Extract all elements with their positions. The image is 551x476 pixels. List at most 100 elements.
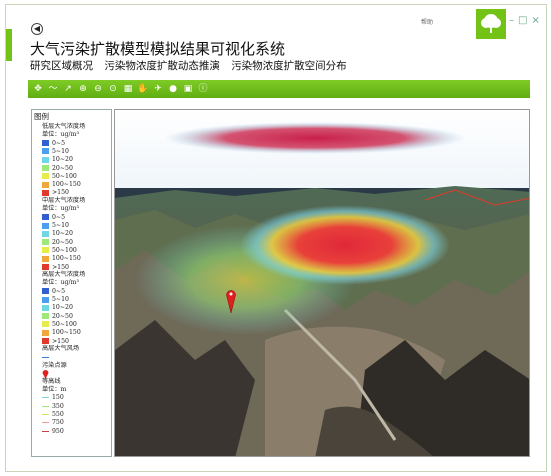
contour-line-swatch	[42, 430, 49, 432]
legend-swatch	[42, 189, 49, 196]
back-arrow-icon: ◀	[33, 24, 41, 33]
legend-class-row: >150	[32, 337, 111, 345]
page-title: 大气污染扩散模型模拟结果可视化系统	[30, 40, 286, 58]
3d-map-view[interactable]	[114, 109, 530, 457]
legend-class-row: 5~10	[32, 147, 111, 155]
fly-icon[interactable]: ✈	[152, 83, 164, 95]
legend-swatch	[42, 222, 49, 229]
nav-item-spatial[interactable]: 污染物浓度扩散空间分布	[231, 60, 347, 72]
legend-class-label: 5~10	[52, 222, 69, 230]
legend-contour-row: 950	[32, 427, 111, 435]
legend-contour-row: 750	[32, 419, 111, 427]
map-toolbar: ✥ 〜 ↗ ⊕ ⊖ ⊙ ▦ ✋ ✈ ● ▣ ⓘ	[28, 80, 530, 98]
legend-contour-value: 950	[52, 427, 64, 435]
pollution-source-marker[interactable]	[226, 289, 236, 313]
legend-swatch	[42, 321, 49, 328]
main-nav: 研究区域概况 污染物浓度扩散动态推演 污染物浓度扩散空间分布	[30, 58, 355, 73]
nav-item-overview[interactable]: 研究区域概况	[30, 60, 93, 72]
help-link[interactable]: 帮助	[421, 17, 433, 26]
legend-swatch	[42, 264, 49, 270]
legend-class-label: 10~20	[52, 304, 73, 312]
legend-class-row: >150	[32, 263, 111, 271]
legend-class-row: 5~10	[32, 221, 111, 229]
legend-group-unit: 单位：ug/m³	[42, 131, 79, 138]
legend-class-row: 0~5	[32, 139, 111, 147]
legend-class-row: 10~20	[32, 156, 111, 164]
legend-swatch	[42, 338, 49, 345]
legend-wind-row	[32, 353, 111, 361]
legend-class-label: 20~50	[52, 238, 73, 246]
legend-contour-value: 150	[52, 394, 64, 402]
wind-arrow-icon	[42, 356, 49, 358]
legend-contour-value: 550	[52, 411, 64, 419]
legend-class-row: 50~100	[32, 320, 111, 328]
legend-class-row: 100~150	[32, 329, 111, 337]
legend-contour-value: 750	[52, 419, 64, 427]
contour-line-swatch	[42, 414, 49, 416]
legend-swatch	[42, 239, 49, 246]
legend-title: 图例	[34, 112, 49, 121]
legend-class-row: 50~100	[32, 246, 111, 254]
legend-contour-unit: 单位：m	[42, 385, 67, 393]
zoom-in-icon[interactable]: ⊕	[77, 83, 89, 95]
pan-icon[interactable]: ✥	[32, 83, 44, 95]
legend-class-label: 5~10	[52, 147, 69, 155]
hand-icon[interactable]: ✋	[137, 83, 149, 95]
contour-line-swatch	[42, 397, 49, 399]
legend-contour-rows: 150 350 550 750 950	[32, 394, 111, 435]
legend-contour-value: 350	[52, 402, 64, 410]
legend-class-label: 0~5	[52, 213, 66, 221]
close-icon[interactable]: ×	[531, 15, 543, 26]
legend-class-label: 20~50	[52, 312, 73, 320]
legend-contour-label: 等高线	[42, 377, 61, 385]
select-icon[interactable]: ↗	[62, 83, 74, 95]
legend-swatch	[42, 255, 49, 262]
legend-class-row: 10~20	[32, 304, 111, 312]
legend-swatch	[42, 181, 49, 188]
legend-class-label: 100~150	[52, 181, 81, 189]
legend-group-name: 低层大气浓度场	[42, 123, 86, 130]
legend-groups: 低层大气浓度场 单位：ug/m³ 0~5 5~10 10~20 20~50 50~100 10…	[32, 123, 111, 345]
legend-swatch	[42, 329, 49, 336]
back-button[interactable]: ◀	[31, 23, 43, 35]
legend-class-row: 100~150	[32, 255, 111, 263]
legend-swatch	[42, 288, 49, 295]
screenshot-icon[interactable]: ▣	[182, 83, 194, 95]
legend-class-label: >150	[52, 263, 69, 271]
nav-item-dynamic[interactable]: 污染物浓度扩散动态推演	[104, 60, 220, 72]
globe-icon[interactable]: ●	[167, 83, 179, 95]
legend-class-label: 50~100	[52, 246, 77, 254]
legend-swatch	[42, 165, 49, 172]
legend-class-label: 50~100	[52, 320, 77, 328]
legend-group-unit: 单位：ug/m³	[42, 279, 79, 287]
high-layer-plume	[165, 122, 465, 154]
contour-line-swatch	[42, 422, 49, 424]
maximize-icon[interactable]: □	[518, 15, 531, 26]
legend-swatch	[42, 313, 49, 320]
accent-bar	[6, 29, 12, 61]
legend-class-label: 0~5	[52, 287, 66, 295]
legend-swatch	[42, 304, 49, 311]
info-icon[interactable]: ⓘ	[197, 83, 209, 95]
legend-class-row: 50~100	[32, 172, 111, 180]
window-controls: –□×	[509, 15, 544, 26]
legend-swatch	[42, 230, 49, 237]
legend-class-row: 0~5	[32, 287, 111, 295]
measure-icon[interactable]: 〜	[47, 83, 59, 95]
legend-class-row: 20~50	[32, 164, 111, 172]
layer-icon[interactable]: ▦	[122, 83, 134, 95]
app-logo	[476, 9, 506, 39]
full-extent-icon[interactable]: ⊙	[107, 83, 119, 95]
legend-class-label: >150	[52, 337, 69, 345]
legend-swatch	[42, 296, 49, 303]
legend-class-row: 100~150	[32, 180, 111, 188]
legend-class-label: 50~100	[52, 172, 77, 180]
legend-swatch	[42, 148, 49, 155]
legend-class-row: 5~10	[32, 295, 111, 303]
minimize-icon[interactable]: –	[509, 15, 518, 26]
legend-swatch	[42, 214, 49, 221]
legend-class-row: >150	[32, 189, 111, 197]
legend-contour-row: 550	[32, 410, 111, 418]
zoom-out-icon[interactable]: ⊖	[92, 83, 104, 95]
legend-contour-row: 350	[32, 402, 111, 410]
